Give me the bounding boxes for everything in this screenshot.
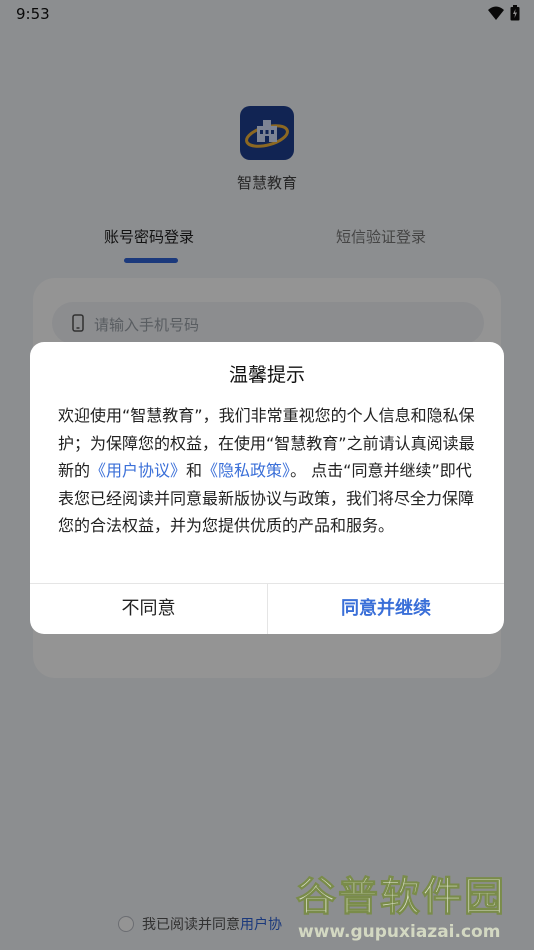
- dialog-body: 欢迎使用“智慧教育”，我们非常重视您的个人信息和隐私保护；为保障您的权益，在使用…: [58, 402, 478, 540]
- privacy-policy-link[interactable]: 《隐私政策》: [202, 461, 290, 480]
- watermark-url: www.gupuxiazai.com: [298, 922, 501, 942]
- user-agreement-link[interactable]: 《用户协议》: [90, 461, 186, 480]
- dialog-body-text: 和: [186, 461, 203, 480]
- dialog-title: 温馨提示: [228, 364, 305, 386]
- disagree-button[interactable]: 不同意: [30, 584, 267, 634]
- watermark-title: 谷普软件园: [296, 874, 506, 921]
- agree-continue-button[interactable]: 同意并继续: [268, 584, 504, 634]
- privacy-dialog: 温馨提示 欢迎使用“智慧教育”，我们非常重视您的个人信息和隐私保护；为保障您的权…: [30, 342, 504, 634]
- login-screen: 9:53 智慧教育 账号密码登录 短信验证登录 请输入手机号码 我已阅读并同意用…: [0, 0, 534, 950]
- watermark: 谷普软件园 www.gupuxiazai.com: [292, 864, 532, 948]
